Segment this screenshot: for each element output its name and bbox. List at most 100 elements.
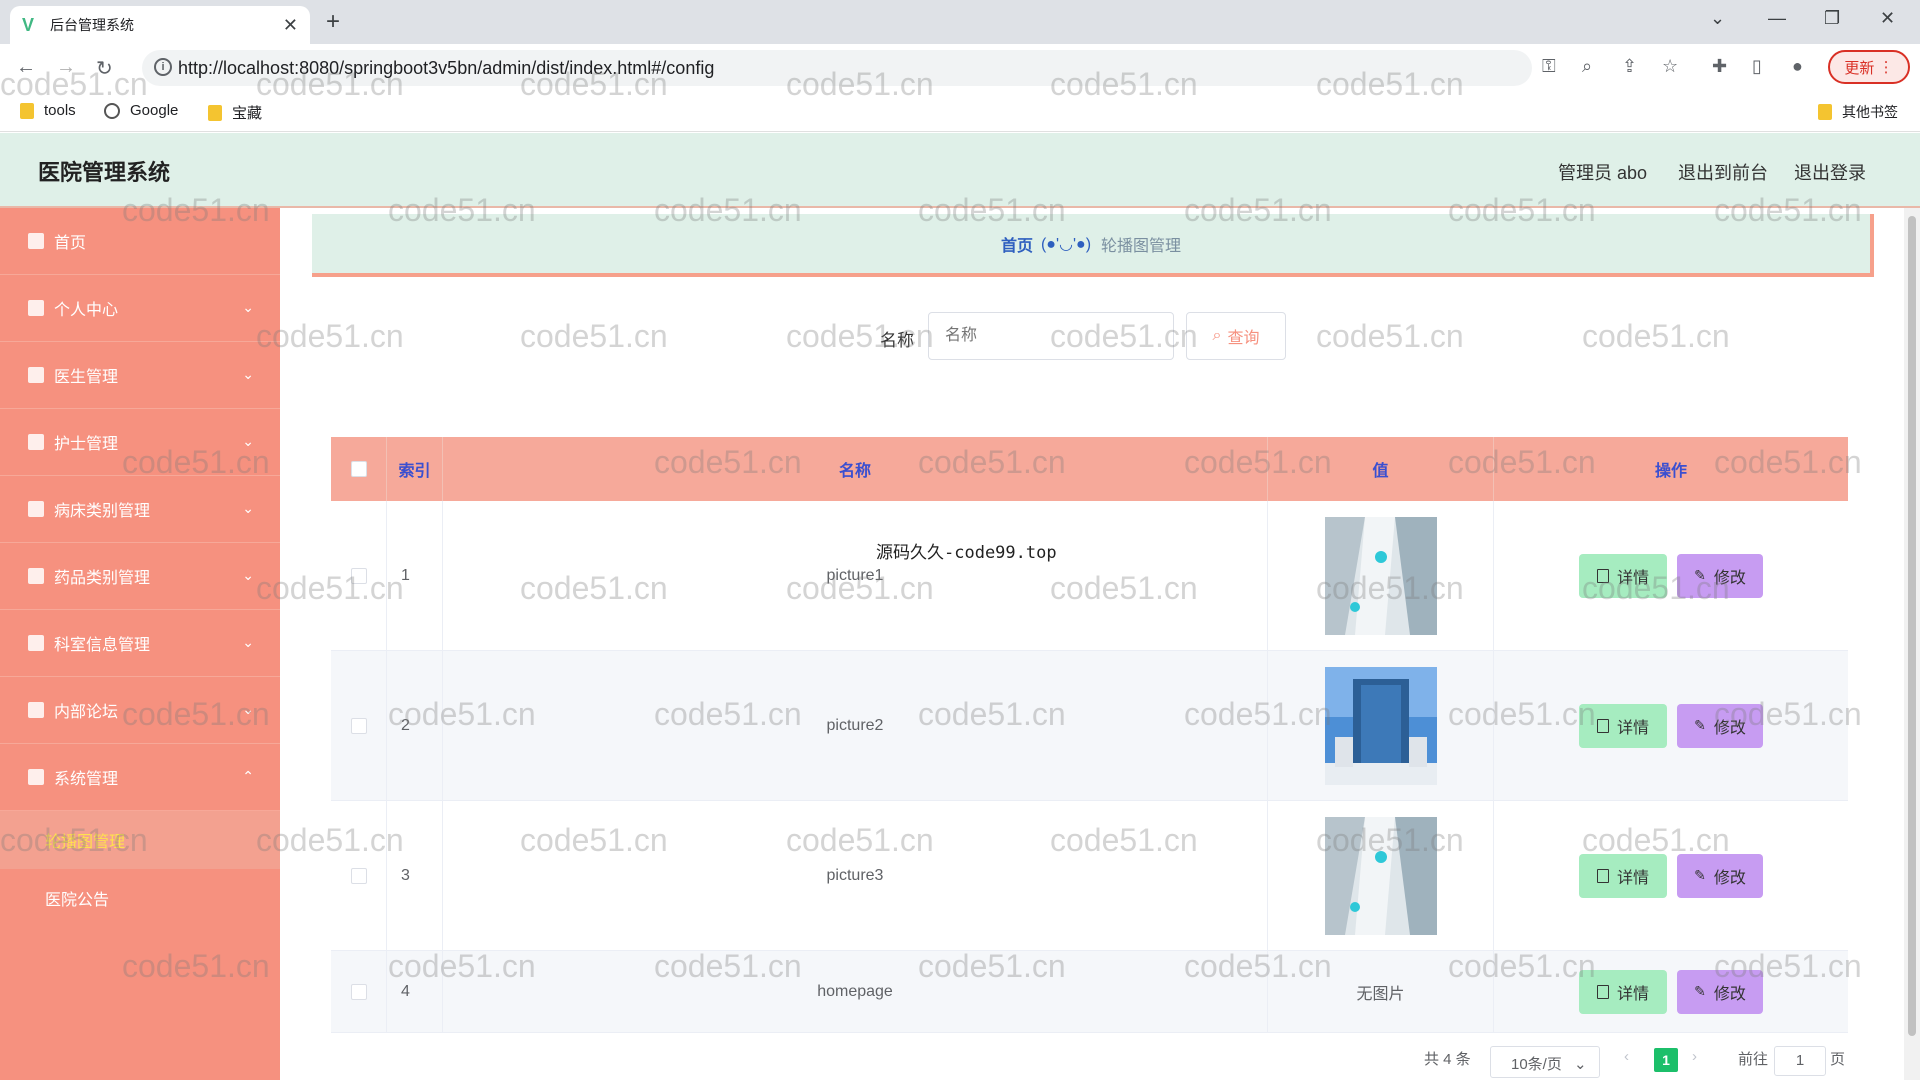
row-actions: 详情 ✎ 修改: [1494, 801, 1848, 950]
column-value[interactable]: 值: [1268, 437, 1494, 501]
sidebar-item-bed-types[interactable]: 病床类别管理 ⌄: [0, 476, 280, 543]
row-actions: 详情 ✎ 修改: [1494, 651, 1848, 800]
document-icon: [1596, 984, 1609, 999]
column-actions: 操作: [1654, 463, 1687, 480]
chevron-down-icon: ⌄: [242, 299, 254, 315]
briefcase-icon: [28, 367, 44, 383]
sidebar-item-drug-types[interactable]: 药品类别管理 ⌄: [0, 543, 280, 610]
edit-label: 修改: [1713, 869, 1746, 887]
sidebar-item-profile[interactable]: 个人中心 ⌄: [0, 275, 280, 342]
detail-button[interactable]: 详情: [1579, 853, 1667, 898]
column-name[interactable]: 名称: [443, 437, 1268, 501]
sidebar-item-nurses[interactable]: 护士管理 ⌄: [0, 409, 280, 476]
row-checkbox[interactable]: [350, 867, 367, 884]
sidepanel-icon[interactable]: ▯: [1752, 56, 1762, 77]
zoom-icon[interactable]: ⌕: [1582, 56, 1592, 77]
update-button[interactable]: 更新 ⋮: [1828, 50, 1910, 84]
edit-button[interactable]: ✎ 修改: [1677, 703, 1763, 748]
goto-page-input[interactable]: 1: [1774, 1046, 1826, 1076]
sidebar-item-forum[interactable]: 内部论坛 ⌄: [0, 677, 280, 744]
pagination-total: 共 4 条: [1424, 1051, 1471, 1068]
row-index: 4: [387, 951, 443, 1032]
detail-label: 详情: [1616, 985, 1649, 1003]
bookmark-tools[interactable]: tools: [20, 102, 76, 119]
sidebar-item-label: 首页: [54, 235, 87, 252]
profile-icon[interactable]: ●: [1792, 56, 1803, 77]
row-checkbox[interactable]: [350, 567, 367, 584]
sidebar-item-system[interactable]: 系统管理 ⌃: [0, 744, 280, 811]
bookmark-label: 其他书签: [1842, 104, 1898, 120]
tab-search-icon[interactable]: ⌄: [1710, 8, 1725, 29]
home-icon: [28, 233, 44, 249]
page-scrollbar[interactable]: [1904, 208, 1920, 1080]
column-index[interactable]: 索引: [387, 437, 443, 501]
scrollbar-thumb[interactable]: [1908, 216, 1916, 1036]
select-all-checkbox[interactable]: [350, 461, 367, 477]
new-tab-icon[interactable]: +: [326, 8, 340, 36]
edit-button[interactable]: ✎ 修改: [1677, 853, 1763, 898]
bookmark-other[interactable]: 其他书签: [1818, 102, 1898, 122]
row-checkbox[interactable]: [350, 983, 367, 1000]
close-tab-icon[interactable]: ✕: [283, 15, 298, 36]
prev-page-icon[interactable]: ‹: [1624, 1048, 1629, 1065]
edit-button[interactable]: ✎ 修改: [1677, 969, 1763, 1014]
search-button[interactable]: ⌕ 查询: [1186, 312, 1286, 360]
sidebar-item-label: 医生管理: [54, 369, 119, 386]
sidebar-item-doctors[interactable]: 医生管理 ⌄: [0, 342, 280, 409]
table-row: 1 picture1 详情 ✎ 修改: [331, 501, 1848, 651]
search-label: 名称: [880, 331, 914, 350]
breadcrumb-home[interactable]: 首页: [1001, 232, 1033, 256]
submenu-announcement[interactable]: 医院公告: [0, 869, 280, 927]
exit-to-front-link[interactable]: 退出到前台: [1678, 159, 1768, 185]
sidebar-item-home[interactable]: 首页: [0, 208, 280, 275]
row-checkbox-cell: [331, 951, 387, 1032]
document-icon: [1596, 868, 1609, 883]
detail-button[interactable]: 详情: [1579, 553, 1667, 598]
bookmark-label: Google: [130, 102, 179, 119]
key-icon[interactable]: ⚿: [1542, 56, 1556, 77]
goto-label: 前往: [1738, 1051, 1769, 1068]
back-icon[interactable]: ←: [16, 56, 36, 79]
search-input[interactable]: [928, 312, 1174, 360]
detail-label: 详情: [1616, 719, 1649, 737]
detail-button[interactable]: 详情: [1579, 703, 1667, 748]
edit-button[interactable]: ✎ 修改: [1677, 553, 1763, 598]
chevron-down-icon: ⌄: [242, 567, 254, 583]
row-checkbox[interactable]: [350, 717, 367, 734]
browser-tab[interactable]: V 后台管理系统 ✕: [10, 6, 310, 44]
star-icon[interactable]: ☆: [1662, 56, 1678, 77]
page-size-value: 10条/页: [1511, 1056, 1562, 1073]
browser-tabbar: V 后台管理系统 ✕ + ⌄ — ❐ ✕: [0, 0, 1920, 44]
detail-label: 详情: [1616, 569, 1649, 587]
document-icon: [1596, 718, 1609, 733]
vue-logo-icon: V: [22, 15, 35, 35]
close-window-icon[interactable]: ✕: [1880, 8, 1895, 29]
share-icon[interactable]: ⇪: [1622, 56, 1637, 77]
reload-icon[interactable]: ↻: [96, 56, 113, 81]
page-suffix: 页: [1830, 1051, 1846, 1068]
maximize-icon[interactable]: ❐: [1824, 8, 1840, 29]
row-checkbox-cell: [331, 801, 387, 950]
building-image-3: [1324, 816, 1437, 935]
page-number-current[interactable]: 1: [1654, 1048, 1678, 1072]
logout-link[interactable]: 退出登录: [1794, 159, 1866, 185]
sidebar-item-departments[interactable]: 科室信息管理 ⌄: [0, 610, 280, 677]
forward-icon[interactable]: →: [56, 56, 76, 79]
next-page-icon[interactable]: ›: [1692, 1048, 1697, 1065]
detail-button[interactable]: 详情: [1579, 969, 1667, 1014]
submenu-label: 轮播图管理: [45, 834, 126, 851]
table-row: 2 picture2 详情 ✎ 修改: [331, 651, 1848, 801]
minimize-icon[interactable]: —: [1768, 8, 1786, 29]
edit-icon: ✎: [1694, 867, 1706, 883]
overlay-source-text: 源码久久-code99.top: [876, 543, 1057, 563]
site-info-icon[interactable]: i: [154, 58, 172, 76]
sidebar-item-label: 科室信息管理: [54, 637, 151, 654]
extensions-icon[interactable]: ✚: [1712, 56, 1727, 77]
url-field[interactable]: i http://localhost:8080/springboot3v5bn/…: [142, 50, 1532, 86]
bookmark-google[interactable]: Google: [104, 102, 178, 119]
page-size-select[interactable]: 10条/页 ⌄: [1490, 1046, 1600, 1078]
submenu-carousel[interactable]: 轮播图管理: [0, 811, 280, 869]
bookmark-treasure[interactable]: 宝藏: [208, 102, 262, 123]
folder-icon: [208, 104, 222, 121]
row-actions: 详情 ✎ 修改: [1494, 501, 1848, 650]
